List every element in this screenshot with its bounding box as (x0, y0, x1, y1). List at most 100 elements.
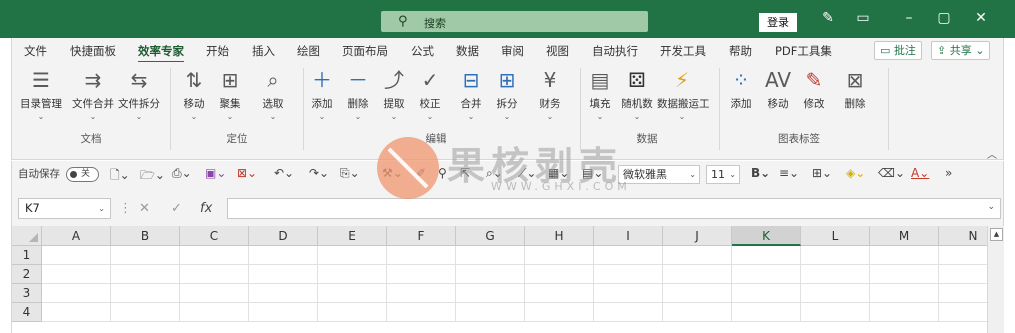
select-all-button[interactable] (12, 226, 42, 246)
grid-cell[interactable] (525, 265, 594, 284)
sparkline-icon[interactable]: ⟋⌄ (518, 166, 536, 181)
grid-cell[interactable] (111, 284, 180, 303)
grid-cell[interactable] (42, 303, 111, 322)
login-button[interactable]: 登录 (759, 13, 797, 32)
grid-cell[interactable] (318, 265, 387, 284)
grid-cell[interactable] (318, 303, 387, 322)
font-size-select[interactable]: 11 ⌄ (706, 165, 740, 184)
tab-formulas[interactable]: 公式 (411, 43, 434, 59)
tab-pdf-tools[interactable]: PDF工具集 (775, 43, 832, 59)
grid-cell[interactable] (594, 284, 663, 303)
select-button[interactable]: ⌕ 选取 ⌄ (248, 66, 298, 121)
row-header[interactable]: 2 (12, 265, 42, 284)
column-header[interactable]: F (387, 226, 456, 246)
tab-quick-panel[interactable]: 快捷面板 (70, 43, 116, 59)
close-window-icon[interactable]: ⊠⌄ (237, 166, 257, 180)
grid-cell[interactable] (663, 246, 732, 265)
grid-cell[interactable] (249, 246, 318, 265)
grid-cell[interactable] (801, 303, 870, 322)
grid-cell[interactable] (387, 284, 456, 303)
grid-cell[interactable] (594, 246, 663, 265)
grid-cell[interactable] (180, 284, 249, 303)
spell-check-icon[interactable]: ⎘⌄ (340, 166, 360, 181)
grid-cell[interactable] (456, 284, 525, 303)
font-color-icon[interactable]: A⌄ (911, 166, 929, 180)
grid-cell[interactable] (525, 303, 594, 322)
grid-cell[interactable] (870, 246, 939, 265)
grid-cell[interactable] (387, 246, 456, 265)
grid-cell[interactable] (525, 284, 594, 303)
grid-cell[interactable] (111, 265, 180, 284)
font-name-select[interactable]: 微软雅黑 ⌄ (618, 165, 700, 184)
new-file-icon[interactable]: 🗋⌄ (110, 166, 130, 187)
minimize-icon[interactable]: – (898, 10, 920, 26)
chart-icon[interactable]: ▦⌄ (548, 166, 569, 180)
column-header[interactable]: M (870, 226, 939, 246)
collapse-ribbon-icon[interactable]: ︿ (987, 146, 997, 161)
finance-button[interactable]: ¥ 财务 ⌄ (525, 66, 575, 121)
tab-file[interactable]: 文件 (24, 43, 47, 59)
tab-draw[interactable]: 绘图 (297, 43, 320, 59)
tab-efficiency-expert[interactable]: 效率专家 (138, 43, 184, 63)
grid-cell[interactable] (249, 265, 318, 284)
label-delete-button[interactable]: ⊠ 删除 (830, 66, 880, 111)
ribbon-display-icon[interactable]: ▭ (852, 10, 874, 26)
file-split-button[interactable]: ⇆ 文件拆分 ⌄ (114, 66, 164, 121)
print-icon[interactable]: ⎙⌄ (172, 166, 192, 181)
grid-cell[interactable] (456, 246, 525, 265)
column-header[interactable]: K (732, 226, 801, 246)
file-merge-button[interactable]: ⇉ 文件合并 ⌄ (68, 66, 118, 121)
grid-cell[interactable] (870, 284, 939, 303)
grid-cell[interactable] (594, 303, 663, 322)
grid-cell[interactable] (594, 265, 663, 284)
autosave-toggle[interactable]: 关 (66, 167, 99, 182)
grid-cell[interactable] (870, 303, 939, 322)
tab-home[interactable]: 开始 (206, 43, 229, 59)
table-icon[interactable]: ▤⌄ (582, 166, 603, 180)
grid-cell[interactable] (249, 303, 318, 322)
row-header[interactable]: 4 (12, 303, 42, 322)
comments-button[interactable]: ▭ 批注 (874, 41, 922, 60)
grid-cell[interactable] (387, 303, 456, 322)
grid-cell[interactable] (42, 265, 111, 284)
grid-cell[interactable] (387, 265, 456, 284)
grid-cell[interactable] (732, 303, 801, 322)
align-icon[interactable]: ≡⌄ (779, 166, 799, 180)
grid-cell[interactable] (801, 246, 870, 265)
grid-cell[interactable] (318, 284, 387, 303)
vertical-scrollbar[interactable]: ▲ (987, 226, 1004, 333)
search-box[interactable]: ⚲ 搜索 (381, 11, 648, 32)
tab-automate[interactable]: 自动执行 (592, 43, 638, 59)
grid-cell[interactable] (456, 303, 525, 322)
name-box[interactable]: K7 ⌄ (18, 198, 111, 219)
column-header[interactable]: C (180, 226, 249, 246)
borders-icon[interactable]: ⊞⌄ (812, 166, 832, 180)
scroll-up-icon[interactable]: ▲ (990, 228, 1003, 241)
column-header[interactable]: A (42, 226, 111, 246)
undo-icon[interactable]: ↶⌄ (274, 166, 294, 180)
redo-icon[interactable]: ↷⌄ (309, 166, 329, 180)
row-header[interactable]: 3 (12, 284, 42, 303)
close-icon[interactable]: ✕ (970, 10, 992, 26)
grid-cell[interactable] (111, 246, 180, 265)
tab-page-layout[interactable]: 页面布局 (342, 43, 388, 59)
open-folder-icon[interactable]: 🗁⌄ (140, 166, 165, 187)
maximize-icon[interactable]: ▢ (933, 10, 955, 26)
grid-cell[interactable] (525, 246, 594, 265)
grid-cell[interactable] (42, 284, 111, 303)
format-painter-icon[interactable]: ⚒⌄ (382, 166, 403, 180)
tab-help[interactable]: 帮助 (729, 43, 752, 59)
grid-cell[interactable] (732, 265, 801, 284)
fill-color-icon[interactable]: ◈⌄ (846, 166, 865, 180)
save-icon[interactable]: ▣⌄ (205, 166, 226, 180)
bold-button[interactable]: B⌄ (751, 166, 770, 180)
column-header[interactable]: I (594, 226, 663, 246)
grid-cell[interactable] (180, 265, 249, 284)
grid-cell[interactable] (249, 284, 318, 303)
grid-cell[interactable] (456, 265, 525, 284)
grid-cell[interactable] (801, 265, 870, 284)
expand-formula-icon[interactable]: ⌄ (987, 202, 995, 212)
row-header[interactable]: 1 (12, 246, 42, 265)
tab-developer[interactable]: 开发工具 (660, 43, 706, 59)
data-mover-button[interactable]: ⚡ 数据搬运工 ⌄ (657, 66, 710, 121)
